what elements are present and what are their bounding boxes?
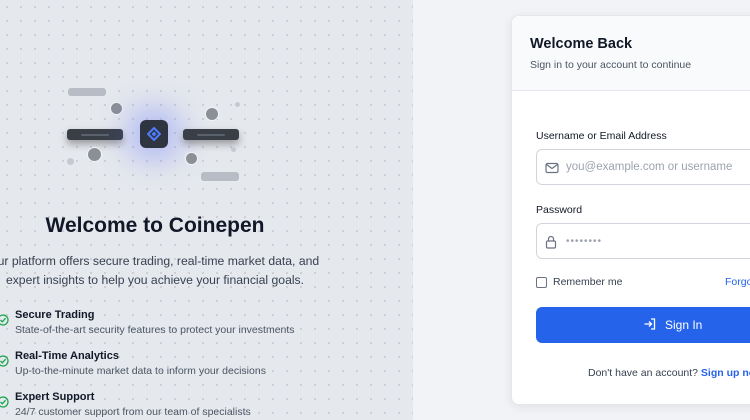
forgot-password-link[interactable]: Forgot [725, 276, 750, 288]
signup-prompt: Don't have an account? Sign up no [588, 367, 750, 379]
illustration-bar [201, 172, 239, 181]
shield-check-icon [0, 313, 9, 331]
illustration-dot [67, 158, 74, 165]
avatar [110, 102, 123, 115]
hero-description-line: expert insights to help you achieve your… [5, 273, 305, 287]
mail-icon [545, 161, 559, 179]
avatar [87, 147, 102, 162]
hero-description-line: our platform offers secure trading, real… [0, 254, 320, 268]
username-placeholder: you@example.com or username [566, 161, 733, 173]
illustration-bar [68, 88, 106, 96]
hero-title: Welcome to Coinepen [45, 214, 265, 237]
illustration-dot [231, 147, 236, 152]
hero-panel: Welcome to Coinepen our platform offers … [0, 0, 413, 420]
password-field[interactable]: •••••••• [536, 223, 750, 259]
app-logo-icon [140, 120, 168, 148]
username-label: Username or Email Address [536, 130, 667, 142]
shield-check-icon [0, 354, 9, 372]
sign-in-button[interactable]: Sign In [536, 307, 750, 343]
illustration-bar [183, 129, 239, 140]
illustration-bar [67, 129, 123, 140]
login-card-header: Welcome Back Sign in to your account to … [512, 16, 750, 91]
lock-icon [545, 235, 557, 254]
feature-title: Expert Support [15, 391, 95, 403]
illustration-dot [235, 102, 240, 107]
password-value: •••••••• [566, 236, 603, 247]
feature-description: Up-to-the-minute market data to inform y… [15, 365, 266, 377]
feature-description: 24/7 customer support from our team of s… [15, 406, 251, 418]
sign-in-label: Sign In [665, 318, 703, 332]
login-title: Welcome Back [530, 36, 633, 52]
sign-in-icon [643, 317, 665, 334]
avatar [185, 152, 198, 165]
avatar [205, 107, 219, 121]
feature-title: Real-Time Analytics [15, 350, 119, 362]
hero-description: our platform offers secure trading, real… [0, 252, 320, 290]
remember-me-checkbox[interactable] [536, 277, 547, 288]
login-card: Welcome Back Sign in to your account to … [511, 15, 750, 405]
signup-link[interactable]: Sign up no [701, 367, 750, 379]
feature-title: Secure Trading [15, 309, 95, 321]
username-field[interactable]: you@example.com or username [536, 149, 750, 185]
feature-description: State-of-the-art security features to pr… [15, 324, 295, 336]
signup-prompt-text: Don't have an account? [588, 367, 698, 379]
shield-check-icon [0, 395, 9, 413]
password-label: Password [536, 204, 583, 216]
hero-illustration [55, 80, 255, 190]
remember-me-label[interactable]: Remember me [553, 276, 622, 288]
login-subtitle: Sign in to your account to continue [530, 59, 692, 71]
